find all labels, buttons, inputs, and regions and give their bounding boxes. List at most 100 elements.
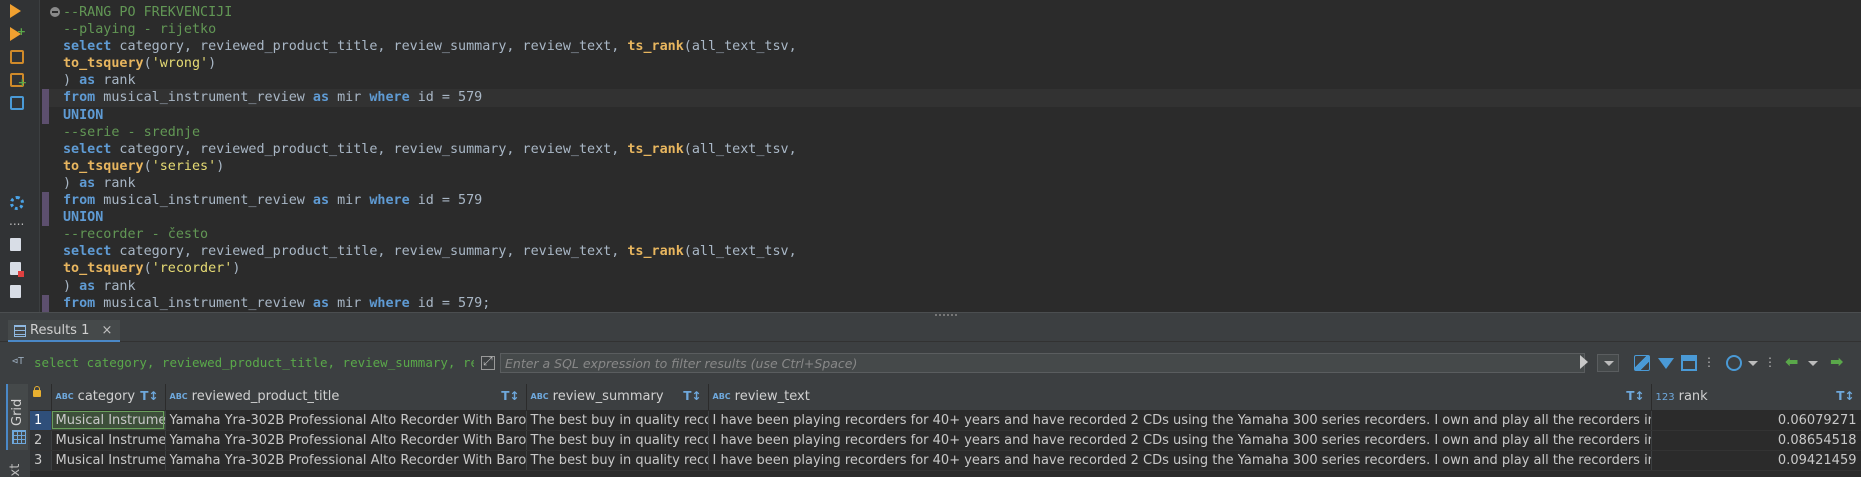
code-line[interactable]: --RANG PO FREKVENCIJI xyxy=(44,4,1861,21)
row-header-corner[interactable] xyxy=(30,384,52,411)
more-icon[interactable]: ⋮ xyxy=(1764,355,1780,371)
sql-editor[interactable]: + + .... --RANG PO FREKVENCIJI --playing … xyxy=(0,0,1861,312)
code-token: 'series' xyxy=(151,158,217,174)
column-header-label: category xyxy=(77,389,136,405)
cell-rank[interactable]: 0.09421459 xyxy=(1651,450,1861,471)
cell-reviewed-product-title[interactable]: Yamaha Yra-302B Professional Alto Record… xyxy=(165,410,527,431)
column-header-reviewed-product-title[interactable]: ABC reviewed_product_title T↕ xyxy=(165,384,527,411)
code-line[interactable]: --serie - srednje xyxy=(44,124,1861,141)
cell-review-summary[interactable]: The best buy in quality recorders xyxy=(526,410,709,431)
cell-category[interactable]: Musical Instruments xyxy=(51,410,166,431)
code-line[interactable]: from musical_instrument_review as mir wh… xyxy=(42,89,1861,107)
code-line[interactable]: select category, reviewed_product_title,… xyxy=(44,38,1861,55)
column-header-label: rank xyxy=(1678,389,1708,405)
code-token: 'wrong' xyxy=(151,56,209,72)
explain-plan-icon[interactable] xyxy=(10,96,24,110)
cell-category[interactable]: Musical Instruments xyxy=(51,450,166,471)
cell-reviewed-product-title[interactable]: Yamaha Yra-302B Professional Alto Record… xyxy=(165,430,527,451)
code-line[interactable]: ) as rank xyxy=(44,175,1861,192)
sort-filter-icon[interactable]: T↕ xyxy=(1836,389,1854,403)
arrow-right-icon[interactable]: ➡ xyxy=(1830,354,1846,371)
save-script-icon[interactable] xyxy=(10,285,21,298)
fold-icon[interactable] xyxy=(50,7,60,17)
cell-review-summary[interactable]: The best buy in quality recorders xyxy=(526,450,709,471)
code-token: as xyxy=(312,295,330,311)
cell-review-text[interactable]: I have been playing recorders for 40+ ye… xyxy=(708,450,1652,471)
cell-reviewed-product-title[interactable]: Yamaha Yra-302B Professional Alto Record… xyxy=(165,450,527,471)
sort-filter-icon[interactable]: T↕ xyxy=(140,389,158,403)
cell-review-text[interactable]: I have been playing recorders for 40+ ye… xyxy=(708,410,1652,431)
code-line[interactable]: ) as rank xyxy=(44,72,1861,89)
code-line[interactable]: from musical_instrument_review as mir wh… xyxy=(42,192,1861,210)
code-line[interactable]: to_tsquery('wrong') xyxy=(44,55,1861,72)
column-header-review-summary[interactable]: ABC review_summary T↕ xyxy=(526,384,709,411)
code-token: as xyxy=(79,175,96,191)
row-number[interactable]: 2 xyxy=(30,430,52,451)
row-number[interactable]: 3 xyxy=(30,450,52,471)
splitter-grip-icon[interactable] xyxy=(935,314,957,318)
cell-category[interactable]: Musical Instruments xyxy=(51,430,166,451)
code-token: select xyxy=(63,141,112,157)
apply-filter-icon[interactable] xyxy=(1580,355,1588,369)
arrow-left-icon[interactable]: ⬅ xyxy=(1785,354,1801,371)
cell-review-summary[interactable]: The best buy in quality recorders xyxy=(526,430,709,451)
sort-filter-icon[interactable]: T↕ xyxy=(683,389,701,403)
editor-toolbar: + + .... xyxy=(0,0,40,312)
filter-input[interactable] xyxy=(500,353,1585,373)
open-script-icon[interactable] xyxy=(10,262,24,277)
sort-filter-icon[interactable]: T↕ xyxy=(1626,389,1644,403)
code-line[interactable]: ) as rank xyxy=(44,278,1861,295)
code-line[interactable]: UNION xyxy=(42,106,1861,124)
settings-gear-icon[interactable] xyxy=(10,196,24,210)
column-header-rank[interactable]: 123 rank T↕ xyxy=(1651,384,1861,411)
filter-history-dropdown[interactable] xyxy=(1597,354,1619,372)
cell-review-text[interactable]: I have been playing recorders for 40+ ye… xyxy=(708,430,1652,451)
expand-icon[interactable] xyxy=(481,354,495,370)
close-icon[interactable]: × xyxy=(102,323,113,338)
code-line[interactable]: UNION xyxy=(42,209,1861,227)
column-header-label: reviewed_product_title xyxy=(191,389,340,405)
execute-script-icon[interactable] xyxy=(10,50,24,64)
code-line[interactable]: --recorder - često xyxy=(44,226,1861,243)
code-token: ) xyxy=(232,261,241,277)
code-line[interactable]: select category, reviewed_product_title,… xyxy=(44,141,1861,158)
numeric-type-icon: 123 xyxy=(1655,392,1675,404)
line-marker xyxy=(42,294,49,312)
execute-in-new-tab-icon[interactable]: + xyxy=(10,25,26,41)
window-icon[interactable] xyxy=(1681,355,1697,371)
code-token: mir xyxy=(329,90,370,106)
table-row[interactable]: 2Musical InstrumentsYamaha Yra-302B Prof… xyxy=(30,430,1861,451)
column-header-category[interactable]: ABC category T↕ xyxy=(51,384,166,411)
link-icon[interactable] xyxy=(1726,355,1742,371)
code-token: category, reviewed_product_title, review… xyxy=(111,39,628,55)
cell-rank[interactable]: 0.06079271 xyxy=(1651,410,1861,431)
tab-grid[interactable]: Grid xyxy=(6,384,28,450)
query-preview[interactable]: select category, reviewed_product_title,… xyxy=(34,352,474,374)
panel-splitter[interactable] xyxy=(0,312,1861,320)
sort-filter-icon[interactable]: T↕ xyxy=(501,389,519,403)
row-number[interactable]: 1 xyxy=(30,410,52,431)
new-script-icon[interactable] xyxy=(10,238,21,251)
code-line[interactable]: from musical_instrument_review as mir wh… xyxy=(42,294,1861,312)
tab-results-1[interactable]: Results 1 × xyxy=(8,320,121,342)
cell-rank[interactable]: 0.08654518 xyxy=(1651,430,1861,451)
column-header-review-text[interactable]: ABC review_text T↕ xyxy=(708,384,1652,411)
funnel-icon[interactable] xyxy=(1658,358,1674,369)
code-area[interactable]: --RANG PO FREKVENCIJI --playing - rijetko… xyxy=(42,4,1861,312)
code-line[interactable]: to_tsquery('recorder') xyxy=(44,260,1861,277)
chevron-down-icon[interactable] xyxy=(1748,361,1758,366)
more-dots-icon[interactable]: .... xyxy=(9,215,24,230)
tab-text[interactable]: Text xyxy=(6,454,28,477)
table-row[interactable]: 1Musical InstrumentsYamaha Yra-302B Prof… xyxy=(30,410,1861,431)
more-icon[interactable]: ⋮ xyxy=(1703,355,1719,371)
table-row[interactable]: 3Musical InstrumentsYamaha Yra-302B Prof… xyxy=(30,450,1861,471)
code-line[interactable]: to_tsquery('series') xyxy=(44,158,1861,175)
code-token: ) xyxy=(208,56,217,72)
results-grid[interactable]: ABC category T↕ ABC reviewed_product_title T↕… xyxy=(30,384,1861,477)
execute-script-new-tab-icon[interactable]: + xyxy=(10,73,27,89)
code-line[interactable]: --playing - rijetko xyxy=(44,21,1861,38)
eraser-icon[interactable] xyxy=(1634,355,1650,371)
code-line[interactable]: select category, reviewed_product_title,… xyxy=(44,243,1861,260)
chevron-down-icon[interactable] xyxy=(1808,361,1818,366)
execute-statement-icon[interactable] xyxy=(10,4,21,18)
